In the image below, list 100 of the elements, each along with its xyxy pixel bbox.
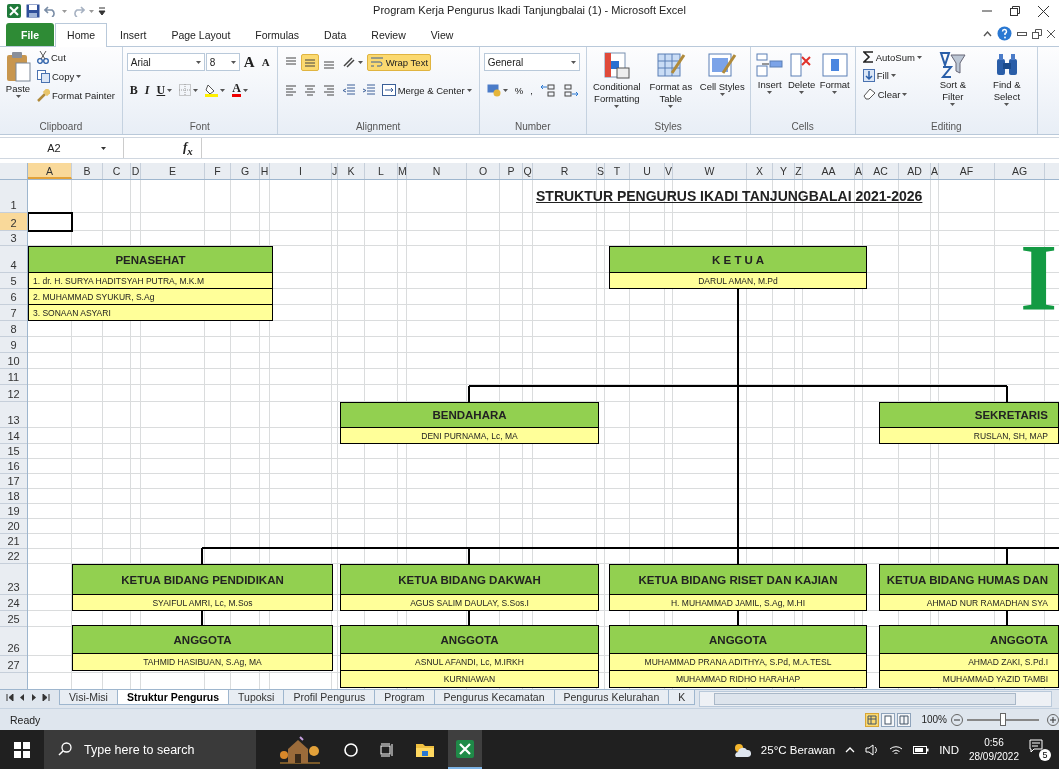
row-header[interactable]: 14 (0, 428, 27, 444)
sheet-tab[interactable]: Visi-Misi (59, 690, 118, 705)
column-header[interactable]: I (270, 163, 332, 179)
row-header[interactable]: 9 (0, 337, 27, 353)
close-icon[interactable] (1038, 5, 1049, 17)
caret-icon[interactable] (950, 103, 956, 106)
ribbon-tab[interactable]: Review (359, 23, 418, 46)
caret-icon[interactable] (614, 105, 620, 108)
column-header[interactable]: W (673, 163, 747, 179)
sheet-tab[interactable]: Program (374, 690, 435, 705)
windows-logo-icon[interactable] (14, 741, 30, 758)
format-button[interactable]: Format (818, 49, 851, 118)
row-header[interactable]: 24 (0, 595, 27, 611)
column-header[interactable]: A (931, 163, 939, 179)
caret-icon[interactable] (242, 88, 248, 92)
minimize-icon[interactable] (1017, 30, 1027, 37)
row-header[interactable]: 7 (0, 305, 27, 321)
column-header[interactable]: Y (773, 163, 795, 179)
comma-button[interactable]: , (527, 82, 536, 98)
row-header[interactable]: 4 (0, 246, 27, 273)
caret-icon[interactable] (916, 55, 922, 59)
column-header[interactable]: AA (803, 163, 855, 179)
caret-icon[interactable] (76, 75, 82, 78)
row-header[interactable]: 25 (0, 611, 27, 627)
sheet-tab[interactable]: Struktur Pengurus (116, 690, 230, 705)
wifi-icon[interactable] (889, 743, 904, 756)
battery-icon[interactable] (913, 744, 930, 755)
caret-icon[interactable] (799, 91, 805, 94)
column-header[interactable]: P (500, 163, 523, 179)
row-header[interactable]: 11 (0, 369, 27, 385)
copy-button[interactable]: Copy (34, 68, 118, 85)
caret-icon[interactable] (15, 95, 21, 98)
row-header[interactable]: 12 (0, 385, 27, 402)
caret-icon[interactable] (466, 88, 472, 92)
font-name-field[interactable]: Arial (126, 53, 205, 71)
circle-icon[interactable] (344, 742, 358, 757)
row-header[interactable]: 23 (0, 564, 27, 595)
sheet-tab[interactable]: Profil Pengurus (283, 690, 376, 705)
caret-icon[interactable] (902, 92, 908, 96)
language-indicator[interactable]: IND (939, 743, 959, 756)
slider-thumb[interactable] (1000, 713, 1006, 726)
sheet-nav-arrow-icon[interactable] (42, 694, 50, 701)
ribbon-tab[interactable]: View (418, 23, 466, 46)
percent-button[interactable]: % (511, 82, 527, 98)
delete-button[interactable]: Delete (786, 49, 817, 118)
column-header[interactable]: T (605, 163, 630, 179)
restore-icon[interactable] (1032, 28, 1042, 39)
column-header[interactable]: AG (995, 163, 1045, 179)
caret-icon[interactable] (668, 105, 674, 108)
caret-icon[interactable] (767, 91, 773, 94)
file-tab[interactable]: File (6, 23, 55, 46)
row-header[interactable]: 18 (0, 489, 27, 504)
row-header[interactable]: 27 (0, 656, 27, 673)
column-header[interactable]: S (597, 163, 605, 179)
column-header[interactable]: B (72, 163, 103, 179)
sheet-tab[interactable]: Pengurus Kelurahan (553, 690, 670, 705)
column-header[interactable]: N (407, 163, 467, 179)
conditional-formatting-button[interactable]: Conditional Formatting (590, 49, 643, 118)
caret-icon[interactable] (230, 60, 236, 64)
wrap-text-button[interactable]: Wrap Text (366, 53, 432, 71)
sheet-nav-arrow-icon[interactable] (6, 694, 14, 701)
caret-icon[interactable] (570, 60, 576, 64)
underline-button[interactable]: U (153, 80, 176, 100)
sheet-tab[interactable]: Pengurus Kecamatan (433, 690, 555, 705)
column-header[interactable]: Q (523, 163, 533, 179)
cell-styles-button[interactable]: Cell Styles (698, 49, 746, 118)
caret-icon[interactable] (357, 60, 363, 64)
name-box[interactable]: A2 (0, 138, 124, 158)
zoom-slider[interactable] (967, 713, 1039, 726)
bold-button[interactable]: B (126, 80, 141, 100)
page-layout-view-button[interactable] (881, 712, 896, 727)
format-as-table-button[interactable]: Format as Table (644, 49, 697, 118)
folder-icon[interactable] (416, 741, 434, 758)
autosum-button[interactable]: AutoSum (859, 49, 925, 65)
column-header[interactable]: A (28, 163, 72, 179)
row-header[interactable]: 15 (0, 444, 27, 459)
column-header[interactable]: G (231, 163, 260, 179)
task-view-icon[interactable] (380, 742, 394, 757)
sort-filter-button[interactable]: Sort & Filter (926, 49, 979, 118)
cut-button[interactable]: Cut (34, 49, 118, 66)
column-header[interactable]: R (533, 163, 597, 179)
caret-icon[interactable] (193, 88, 199, 92)
column-header[interactable]: H (260, 163, 270, 179)
clear-button[interactable]: Clear (859, 86, 925, 102)
row-header[interactable]: 20 (0, 519, 27, 534)
row-header[interactable]: 10 (0, 353, 27, 369)
fill-button[interactable]: Fill (859, 67, 925, 84)
ribbon-tab[interactable]: Page Layout (159, 23, 243, 46)
horizontal-scrollbar[interactable] (699, 691, 1052, 707)
search-field[interactable]: Type here to search (44, 730, 256, 769)
caret-icon[interactable] (167, 88, 173, 92)
paste-button[interactable]: Paste (4, 49, 32, 118)
ribbon-tab[interactable]: Data (312, 23, 359, 46)
row-header[interactable]: 8 (0, 321, 27, 337)
ribbon-tab[interactable]: Insert (108, 23, 159, 46)
row-header[interactable]: 2 (0, 213, 27, 231)
caret-icon[interactable] (832, 91, 838, 94)
column-header[interactable]: V (665, 163, 673, 179)
page-break-view-button[interactable] (897, 712, 912, 727)
save-icon[interactable] (26, 4, 40, 18)
